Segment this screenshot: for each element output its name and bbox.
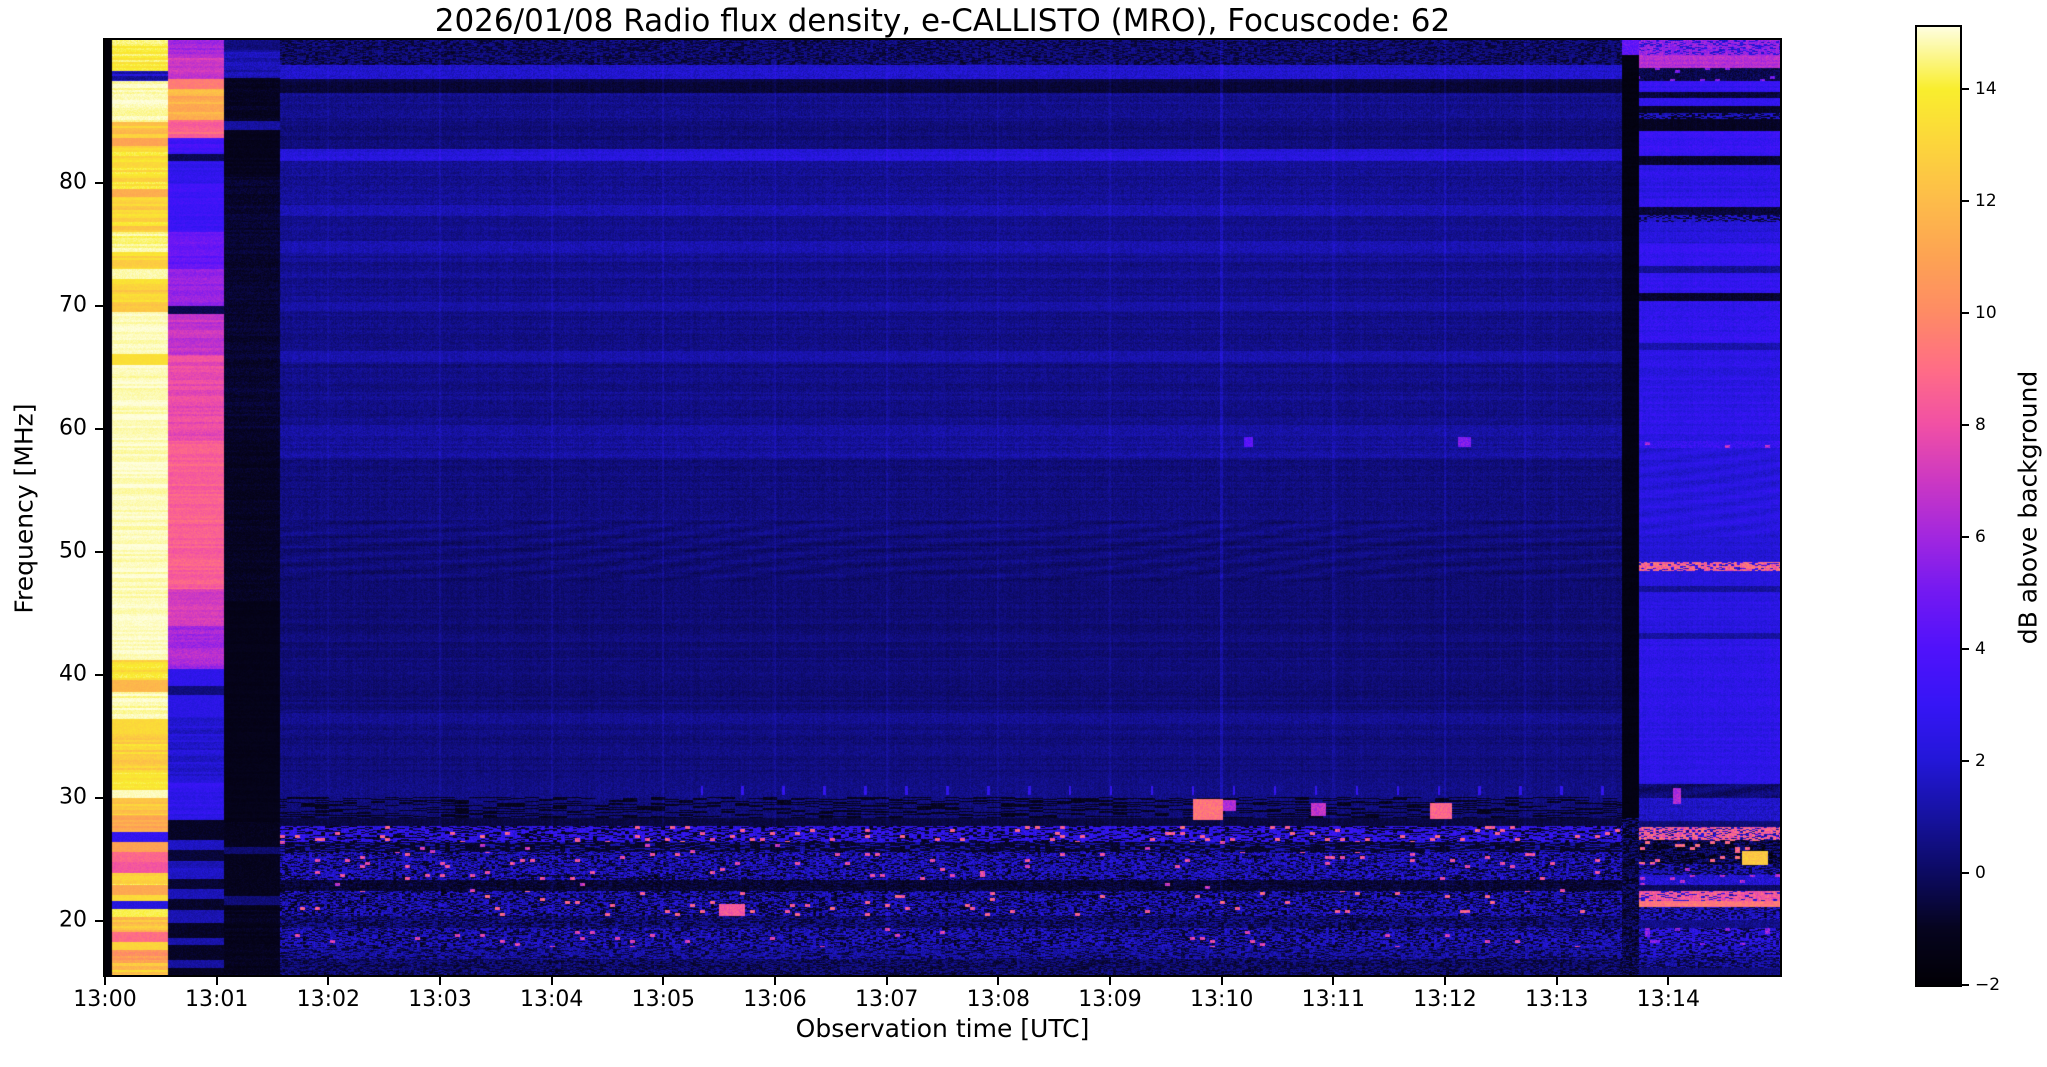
colorbar-tick-mark: [1962, 423, 1969, 426]
x-tick-mark: [1332, 977, 1335, 985]
colorbar-tick-mark: [1962, 871, 1969, 874]
x-tick-mark: [885, 977, 888, 985]
colorbar-tick-mark: [1962, 984, 1969, 986]
x-tick-label: 13:06: [743, 987, 807, 1012]
x-tick-mark: [662, 977, 665, 985]
y-tick-label: 70: [59, 292, 87, 318]
colorbar-tick-mark: [1962, 647, 1969, 650]
spectrogram-figure: 2026/01/08 Radio flux density, e-CALLIST…: [0, 0, 2047, 1067]
colorbar-tick-label: 10: [1975, 302, 1997, 323]
spectrogram-heatmap: [103, 38, 1782, 977]
y-axis-label: Frequency [MHz]: [9, 403, 39, 614]
x-tick-label: 13:14: [1636, 987, 1701, 1012]
x-tick-label: 13:07: [854, 987, 919, 1012]
colorbar-tick-mark: [1962, 199, 1969, 202]
colorbar-tick-label: 12: [1975, 190, 1997, 211]
colorbar-gradient: [1917, 27, 1960, 985]
colorbar-tick-mark: [1962, 311, 1969, 314]
x-tick-mark: [1444, 977, 1446, 985]
x-tick-label: 13:09: [1078, 987, 1142, 1012]
colorbar-tick-mark: [1962, 759, 1969, 762]
x-tick-label: 13:10: [1189, 987, 1254, 1012]
y-tick-label: 40: [59, 661, 87, 687]
colorbar-tick-label: 6: [1975, 526, 1986, 547]
x-tick-mark: [1667, 977, 1670, 985]
x-tick-mark: [215, 977, 218, 985]
colorbar-tick-label: −2: [1975, 975, 2001, 995]
y-tick-label: 20: [59, 907, 87, 933]
y-tick-label: 80: [59, 169, 87, 195]
chart-title: 2026/01/08 Radio flux density, e-CALLIST…: [434, 3, 1451, 39]
y-tick-mark: [95, 550, 103, 553]
x-tick-label: 13:05: [631, 987, 696, 1012]
x-tick-label: 13:08: [966, 987, 1031, 1012]
y-tick-mark: [95, 673, 103, 676]
x-tick-label: 13:12: [1413, 987, 1477, 1012]
y-tick-mark: [95, 796, 103, 799]
colorbar-tick-mark: [1962, 535, 1969, 538]
x-tick-mark: [1555, 977, 1558, 985]
x-tick-label: 13:02: [296, 987, 361, 1012]
colorbar-tick-mark: [1962, 87, 1969, 90]
x-tick-label: 13:13: [1524, 987, 1589, 1012]
y-tick-mark: [95, 427, 103, 430]
x-tick-label: 13:01: [184, 987, 249, 1012]
colorbar-tick-label: 14: [1975, 78, 1997, 99]
x-tick-mark: [104, 977, 106, 985]
colorbar-tick-label: 8: [1975, 414, 1986, 435]
y-tick-label: 30: [59, 784, 87, 810]
y-tick-mark: [95, 181, 103, 184]
x-tick-mark: [327, 977, 330, 985]
x-tick-mark: [774, 977, 776, 985]
colorbar-tick-label: 4: [1975, 638, 1986, 659]
colorbar-tick-label: 0: [1975, 862, 1986, 883]
colorbar-tick-label: 2: [1975, 750, 1986, 771]
y-tick-mark: [95, 304, 103, 307]
x-axis-label: Observation time [UTC]: [795, 1014, 1090, 1043]
x-tick-label: 13:04: [519, 987, 584, 1012]
x-tick-mark: [550, 977, 553, 985]
colorbar: [1915, 25, 1962, 987]
x-tick-mark: [997, 977, 1000, 985]
x-tick-label: 13:03: [408, 987, 472, 1012]
x-tick-mark: [1220, 977, 1223, 985]
x-tick-mark: [1109, 977, 1111, 985]
colorbar-label: dB above background: [2013, 370, 2043, 645]
x-tick-mark: [439, 977, 441, 985]
x-tick-label: 13:00: [73, 987, 137, 1012]
x-tick-label: 13:11: [1301, 987, 1366, 1012]
y-tick-mark: [95, 919, 103, 922]
